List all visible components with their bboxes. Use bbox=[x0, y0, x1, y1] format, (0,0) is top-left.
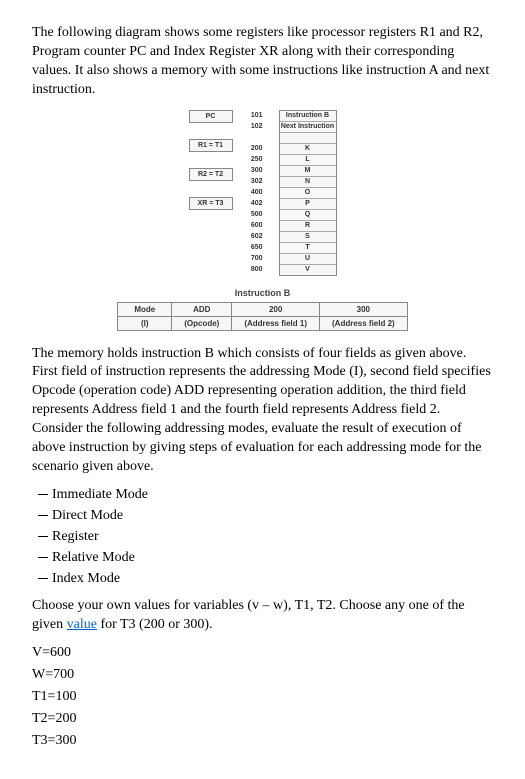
dash-icon bbox=[38, 494, 48, 495]
reg-xr: XR = T3 bbox=[189, 197, 233, 210]
mode-index: Index Mode bbox=[38, 571, 493, 587]
memory-column: Instruction B Next Instruction K L M N O… bbox=[279, 110, 337, 276]
register-column: PC R1 = T1 R2 = T2 XR = T3 bbox=[189, 110, 233, 210]
instruction-b-block: Instruction B Mode ADD 200 300 (I) (Opco… bbox=[32, 288, 493, 331]
mode-register: Register bbox=[38, 529, 493, 545]
dash-icon bbox=[38, 557, 48, 558]
val-v: V=600 bbox=[32, 645, 493, 661]
reg-r1: R1 = T1 bbox=[189, 139, 233, 152]
reg-r2: R2 = T2 bbox=[189, 168, 233, 181]
mem-next-instruction: Next Instruction bbox=[280, 122, 336, 133]
reg-pc: PC bbox=[189, 110, 233, 123]
dash-icon bbox=[38, 578, 48, 579]
choose-paragraph: Choose your own values for variables (v … bbox=[32, 597, 493, 635]
val-t1: T1=100 bbox=[32, 689, 493, 705]
mode-relative: Relative Mode bbox=[38, 550, 493, 566]
mode-immediate: Immediate Mode bbox=[38, 487, 493, 503]
instr-addr1: 200 bbox=[232, 302, 320, 316]
dash-icon bbox=[38, 515, 48, 516]
val-t3: T3=300 bbox=[32, 733, 493, 749]
value-link[interactable]: value bbox=[67, 617, 97, 632]
instr-opcode: ADD bbox=[172, 302, 232, 316]
instr-opcode-sub: (Opcode) bbox=[172, 316, 232, 330]
instr-addr2-sub: (Address field 2) bbox=[320, 316, 408, 330]
instr-mode: Mode bbox=[118, 302, 172, 316]
address-column: 101 102 200 250 300 302 400 402 500 600 … bbox=[245, 110, 267, 275]
val-t2: T2=200 bbox=[32, 711, 493, 727]
dash-icon bbox=[38, 536, 48, 537]
intro-paragraph: The following diagram shows some registe… bbox=[32, 24, 493, 100]
addressing-modes-list: Immediate Mode Direct Mode Register Rela… bbox=[38, 487, 493, 587]
instr-mode-sub: (I) bbox=[118, 316, 172, 330]
instruction-b-table: Mode ADD 200 300 (I) (Opcode) (Address f… bbox=[117, 302, 407, 331]
body-paragraph: The memory holds instruction B which con… bbox=[32, 345, 493, 477]
instruction-b-label: Instruction B bbox=[32, 288, 493, 298]
mem-instruction-b: Instruction B bbox=[280, 111, 336, 122]
register-memory-diagram: PC R1 = T1 R2 = T2 XR = T3 101 102 200 2… bbox=[32, 110, 493, 276]
val-w: W=700 bbox=[32, 667, 493, 683]
instr-addr1-sub: (Address field 1) bbox=[232, 316, 320, 330]
instr-addr2: 300 bbox=[320, 302, 408, 316]
mode-direct: Direct Mode bbox=[38, 508, 493, 524]
given-values: V=600 W=700 T1=100 T2=200 T3=300 bbox=[32, 645, 493, 749]
